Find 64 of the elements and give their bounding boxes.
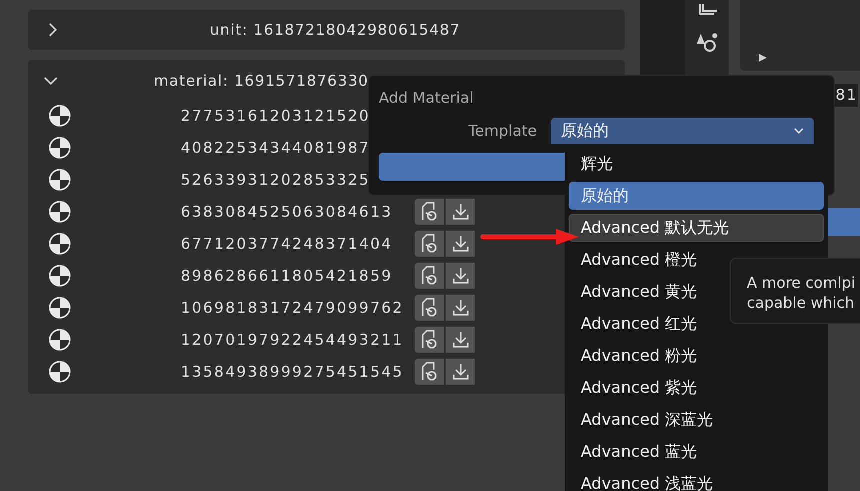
file-logo-icon (420, 330, 440, 350)
material-id: 8986286611805421859 (181, 266, 394, 287)
material-id: 6771203774248371404 (181, 234, 394, 255)
material-id: 40822534344081987 (181, 138, 372, 159)
material-ball-icon (49, 169, 71, 191)
template-label: Template (468, 120, 538, 142)
menu-item[interactable]: Advanced 紫光 (569, 374, 824, 402)
menu-item[interactable]: 辉光 (569, 150, 824, 178)
template-select[interactable]: 原始的 (551, 118, 814, 144)
material-ball-icon (49, 265, 71, 287)
shapes-icon[interactable] (696, 32, 718, 54)
download-icon (452, 267, 470, 285)
download-icon (452, 299, 470, 317)
download-icon (452, 235, 470, 253)
material-ball-icon (49, 233, 71, 255)
number-field[interactable]: 81 (834, 84, 858, 106)
download-button[interactable] (446, 295, 475, 321)
dialog-title: Add Material (379, 88, 475, 108)
material-ball-icon (49, 137, 71, 159)
menu-item[interactable]: Advanced 深蓝光 (569, 406, 824, 434)
download-button[interactable] (446, 263, 475, 289)
download-button[interactable] (446, 231, 475, 257)
import-file-button[interactable] (415, 359, 444, 385)
material-ball-icon (49, 297, 71, 319)
download-button[interactable] (446, 359, 475, 385)
material-ball-icon (49, 105, 71, 127)
selected-row-bar (828, 208, 860, 236)
import-file-button[interactable] (415, 263, 444, 289)
menu-item[interactable]: Advanced 粉光 (569, 342, 824, 370)
download-icon (452, 331, 470, 349)
material-title: material: 1691571876330 (154, 70, 369, 92)
material-id: 27753161203121520 (181, 106, 372, 127)
tooltip-text: A more comlpi (747, 273, 857, 293)
play-icon[interactable] (758, 53, 768, 63)
menu-item[interactable]: Advanced 默认无光 (569, 214, 824, 242)
import-file-button[interactable] (415, 327, 444, 353)
chevron-down-icon (794, 127, 804, 135)
file-logo-icon (420, 266, 440, 286)
menu-item[interactable]: 原始的 (569, 182, 824, 210)
material-id: 52633931202853325 (181, 170, 372, 191)
tooltip-text: capable which (747, 293, 856, 313)
material-id: 6383084525063084613 (181, 202, 394, 223)
material-ball-icon (49, 329, 71, 351)
file-logo-icon (420, 298, 440, 318)
import-file-button[interactable] (415, 295, 444, 321)
unit-panel-header[interactable]: unit: 16187218042980615487 (28, 10, 625, 50)
file-logo-icon (420, 234, 440, 254)
material-id: 12070197922454493211 (181, 330, 405, 351)
download-icon (452, 363, 470, 381)
import-file-button[interactable] (415, 199, 444, 225)
download-button[interactable] (446, 199, 475, 225)
layers-icon[interactable] (697, 4, 717, 18)
unit-title: unit: 16187218042980615487 (210, 20, 461, 41)
menu-item[interactable]: Advanced 蓝光 (569, 438, 824, 466)
import-file-button[interactable] (415, 231, 444, 257)
material-id: 13584938999275451545 (181, 362, 405, 383)
download-button[interactable] (446, 327, 475, 353)
menu-item[interactable]: Advanced 浅蓝光 (569, 470, 824, 491)
material-ball-icon (49, 201, 71, 223)
download-icon (452, 203, 470, 221)
material-id: 10698183172479099762 (181, 298, 405, 319)
file-logo-icon (420, 202, 440, 222)
file-logo-icon (420, 362, 440, 382)
material-ball-icon (49, 361, 71, 383)
